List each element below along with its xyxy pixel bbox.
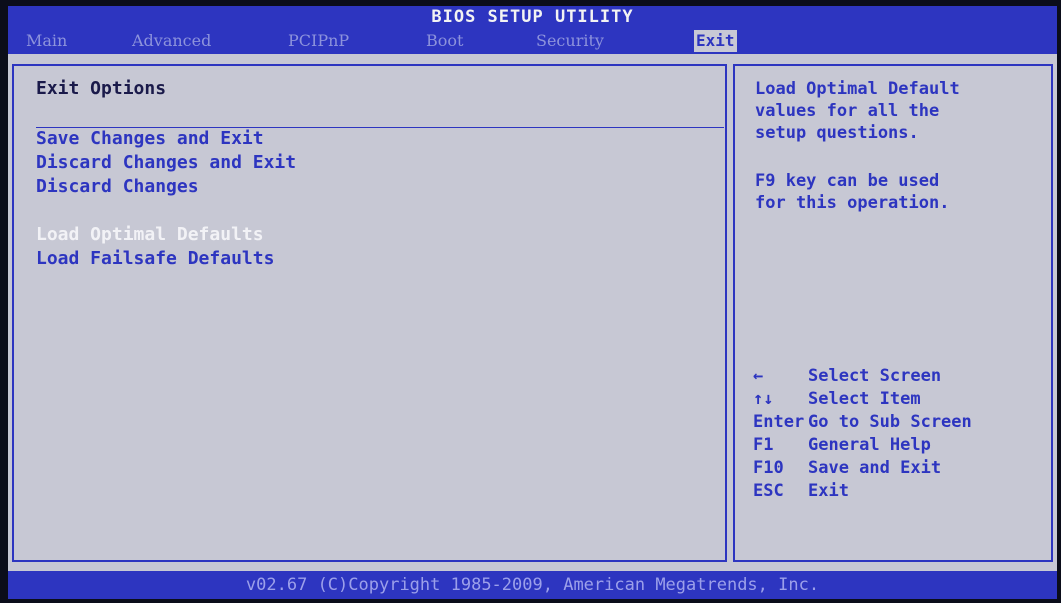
key-name: Enter [753,412,805,432]
key-desc: Save and Exit [808,458,942,478]
tab-pcipnp[interactable]: PCIPnP [288,30,349,52]
load-optimal-defaults-item[interactable]: Load Optimal Defaults [36,224,264,245]
save-changes-and-exit-item[interactable]: Save Changes and Exit [36,128,264,149]
key-name: F10 [753,458,784,478]
load-failsafe-defaults-item[interactable]: Load Failsafe Defaults [36,248,274,269]
panel-heading: Exit Options [36,78,167,99]
left-arrow-icon: ← [753,366,764,386]
up-down-arrow-icon: ↑↓ [753,389,774,409]
tab-security[interactable]: Security [536,30,604,52]
key-desc: Go to Sub Screen [808,412,972,432]
key-desc: Select Item [808,389,921,409]
tab-bar: Main Advanced PCIPnP Boot Security Exit [8,28,1057,54]
tab-main[interactable]: Main [26,30,67,52]
key-name: F1 [753,435,774,455]
copyright-footer: v02.67 (C)Copyright 1985-2009, American … [8,571,1057,599]
key-desc: Select Screen [808,366,942,386]
key-desc: General Help [808,435,931,455]
discard-changes-item[interactable]: Discard Changes [36,176,199,197]
tab-advanced[interactable]: Advanced [132,30,211,52]
help-panel: Load Optimal Default values for all the … [733,64,1053,562]
key-name: ESC [753,481,784,501]
bios-title: BIOS SETUP UTILITY [8,6,1057,28]
help-text-line: values for all the [755,101,940,121]
tab-exit[interactable]: Exit [694,30,737,52]
bios-screen: BIOS SETUP UTILITY Main Advanced PCIPnP … [8,6,1057,599]
exit-options-panel: Exit Options Save Changes and Exit Disca… [12,64,727,562]
tab-boot[interactable]: Boot [426,30,463,52]
help-text-line: F9 key can be used [755,171,940,191]
help-text-line: setup questions. [755,123,919,143]
discard-changes-and-exit-item[interactable]: Discard Changes and Exit [36,152,296,173]
help-text-line: Load Optimal Default [755,79,960,99]
key-desc: Exit [808,481,849,501]
help-text-line: for this operation. [755,193,950,213]
